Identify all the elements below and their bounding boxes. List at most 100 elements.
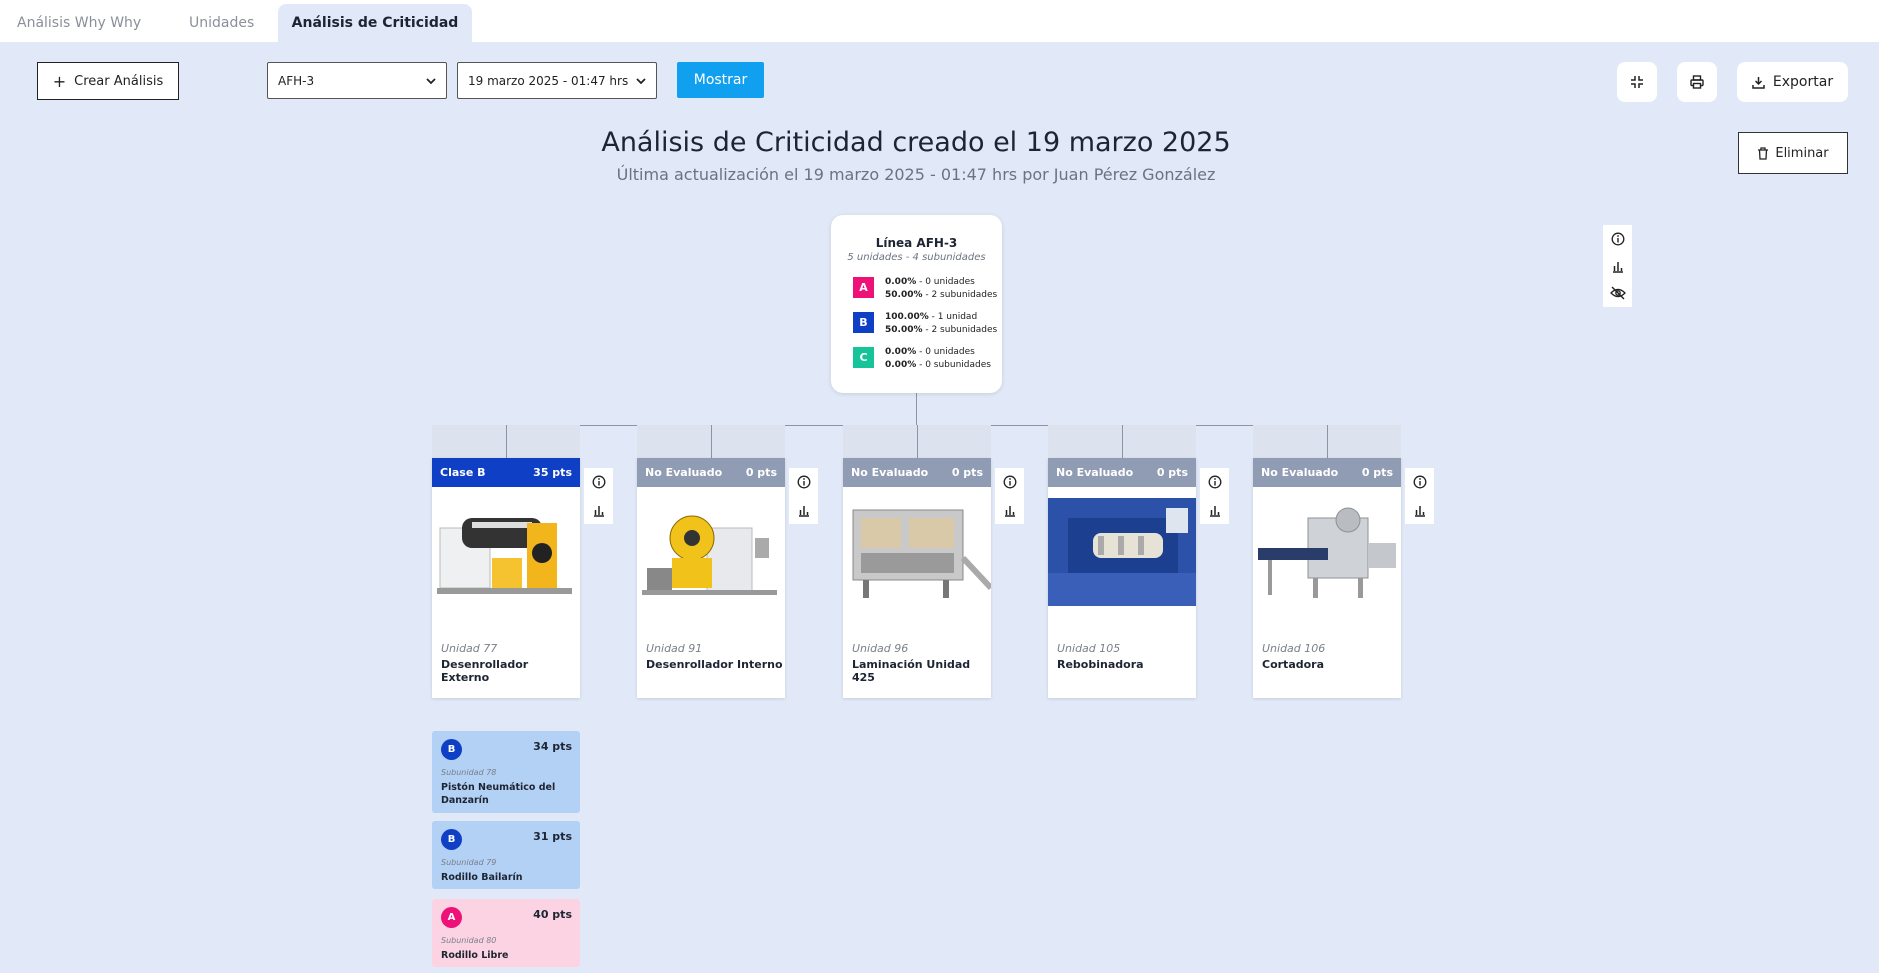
unit-connector	[711, 425, 712, 458]
subunit-name: Rodillo Libre	[441, 950, 509, 961]
print-button[interactable]	[1677, 62, 1717, 102]
unit-actions	[789, 468, 818, 524]
tab-unidades[interactable]: Unidades	[189, 4, 254, 42]
unit-points: 0 pts	[951, 466, 983, 479]
page-title: Análisis de Criticidad creado el 19 marz…	[601, 127, 1231, 158]
subunit-card[interactable]: B 31 pts Subunidad 79 Rodillo Bailarín	[432, 821, 580, 889]
subunit-class-badge: A	[441, 907, 462, 928]
plus-icon: +	[52, 71, 67, 91]
class-a-badge: A	[853, 277, 874, 298]
root-title: Línea AFH-3	[875, 236, 958, 250]
unit-points: 0 pts	[1156, 466, 1188, 479]
root-card[interactable]: Línea AFH-3 5 unidades - 4 subunidades A…	[831, 215, 1002, 393]
bar-chart-icon[interactable]	[1003, 503, 1017, 517]
class-a-stats: 0.00% - 0 unidades 50.00% - 2 subunidade…	[885, 276, 997, 302]
unit-card[interactable]: Clase B 35 pts Unidad 77 Desenrollador E…	[432, 458, 580, 698]
class-b-sub-pct: 50.00%	[885, 325, 923, 335]
class-b-sub-text: - 2 subunidades	[922, 325, 998, 335]
unit-card[interactable]: No Evaluado 0 pts Unidad 91 Desenrollado…	[637, 458, 785, 698]
subunit-card[interactable]: A 40 pts Subunidad 80 Rodillo Libre	[432, 899, 580, 967]
class-a-unit-pct: 0.00%	[885, 277, 917, 287]
bar-chart-icon[interactable]	[592, 503, 606, 517]
info-icon[interactable]	[797, 475, 811, 489]
class-b-unit-text: - 1 unidad	[928, 312, 978, 322]
unit-connector	[1122, 425, 1123, 458]
info-icon[interactable]	[1208, 475, 1222, 489]
unit-name: Cortadora	[1262, 658, 1325, 671]
tab-criticidad[interactable]: Análisis de Criticidad	[278, 4, 472, 42]
unit-status: No Evaluado	[645, 466, 723, 479]
unit-actions	[1405, 468, 1434, 524]
subunit-card[interactable]: B 34 pts Subunidad 78 Pistón Neumático d…	[432, 731, 580, 813]
unit-image	[637, 498, 785, 606]
date-select-value: 19 marzo 2025 - 01:47 hrs	[468, 73, 629, 88]
subunit-label: Subunidad 80	[441, 936, 497, 945]
line-select[interactable]: AFH-3	[267, 62, 447, 99]
class-a-unit-text: - 0 unidades	[916, 277, 975, 287]
info-icon[interactable]	[1413, 475, 1427, 489]
subunit-name: Rodillo Bailarín	[441, 872, 523, 883]
class-c-sub-pct: 0.00%	[885, 360, 917, 370]
show-button[interactable]: Mostrar	[677, 62, 764, 98]
unit-points: 0 pts	[1361, 466, 1393, 479]
unit-points: 35 pts	[533, 466, 572, 479]
unit-header: No Evaluado 0 pts	[637, 458, 785, 487]
eye-off-icon[interactable]	[1609, 286, 1626, 300]
unit-label: Unidad 106	[1262, 642, 1326, 655]
info-icon[interactable]	[1611, 232, 1625, 246]
date-select[interactable]: 19 marzo 2025 - 01:47 hrs	[457, 62, 657, 99]
class-c-badge: C	[853, 347, 874, 368]
class-c-unit-text: - 0 unidades	[916, 347, 975, 357]
unit-label: Unidad 91	[646, 642, 703, 655]
subunit-class-badge: B	[441, 829, 462, 850]
unit-card[interactable]: No Evaluado 0 pts Unidad 106 Cortadora	[1253, 458, 1401, 698]
info-icon[interactable]	[1003, 475, 1017, 489]
class-c-stats: 0.00% - 0 unidades 0.00% - 0 subunidades	[885, 346, 991, 372]
bar-chart-icon[interactable]	[1611, 259, 1625, 273]
unit-status: Clase B	[440, 466, 486, 479]
unit-actions	[1200, 468, 1229, 524]
bar-chart-icon[interactable]	[797, 503, 811, 517]
subunit-points: 31 pts	[533, 830, 572, 843]
class-b-unit-pct: 100.00%	[885, 312, 929, 322]
unit-label: Unidad 96	[852, 642, 909, 655]
download-icon	[1752, 76, 1765, 89]
chevron-down-icon	[636, 77, 646, 84]
subunit-points: 34 pts	[533, 740, 572, 753]
tab-why-why[interactable]: Análisis Why Why	[17, 4, 141, 42]
unit-image	[432, 498, 580, 606]
export-button[interactable]: Exportar	[1737, 62, 1848, 102]
export-label: Exportar	[1772, 74, 1834, 90]
unit-image	[843, 498, 991, 606]
unit-label: Unidad 77	[441, 642, 498, 655]
unit-status: No Evaluado	[1056, 466, 1134, 479]
unit-card[interactable]: No Evaluado 0 pts Unidad 105 Rebobinador…	[1048, 458, 1196, 698]
unit-name: Desenrollador Interno	[646, 658, 783, 671]
subunit-label: Subunidad 78	[441, 768, 497, 777]
unit-image	[1253, 498, 1401, 606]
tab-bar: Análisis Why Why Unidades Análisis de Cr…	[0, 0, 1879, 42]
create-analysis-button[interactable]: + Crear Análisis	[37, 62, 179, 100]
unit-card[interactable]: No Evaluado 0 pts Unidad 96 Laminación U…	[843, 458, 991, 698]
unit-header: Clase B 35 pts	[432, 458, 580, 487]
create-analysis-label: Crear Análisis	[74, 73, 164, 89]
class-c-sub-text: - 0 subunidades	[916, 360, 991, 370]
root-subtitle: 5 unidades - 4 subunidades	[847, 252, 986, 263]
collapse-icon	[1631, 76, 1643, 88]
unit-header: No Evaluado 0 pts	[1253, 458, 1401, 487]
bar-chart-icon[interactable]	[1208, 503, 1222, 517]
info-icon[interactable]	[592, 475, 606, 489]
unit-actions	[584, 468, 613, 524]
collapse-button[interactable]	[1617, 62, 1657, 102]
class-c-unit-pct: 0.00%	[885, 347, 917, 357]
class-b-stats: 100.00% - 1 unidad 50.00% - 2 subunidade…	[885, 311, 997, 337]
unit-name: Rebobinadora	[1057, 658, 1144, 671]
unit-name: Desenrollador Externo	[441, 658, 529, 684]
bar-chart-icon[interactable]	[1413, 503, 1427, 517]
subunit-name: Pistón Neumático del Danzarín	[441, 782, 556, 806]
class-a-sub-text: - 2 subunidades	[922, 290, 998, 300]
unit-status: No Evaluado	[1261, 466, 1339, 479]
unit-name: Laminación Unidad 425	[852, 658, 971, 684]
unit-connector	[506, 425, 507, 458]
subunit-class-badge: B	[441, 739, 462, 760]
